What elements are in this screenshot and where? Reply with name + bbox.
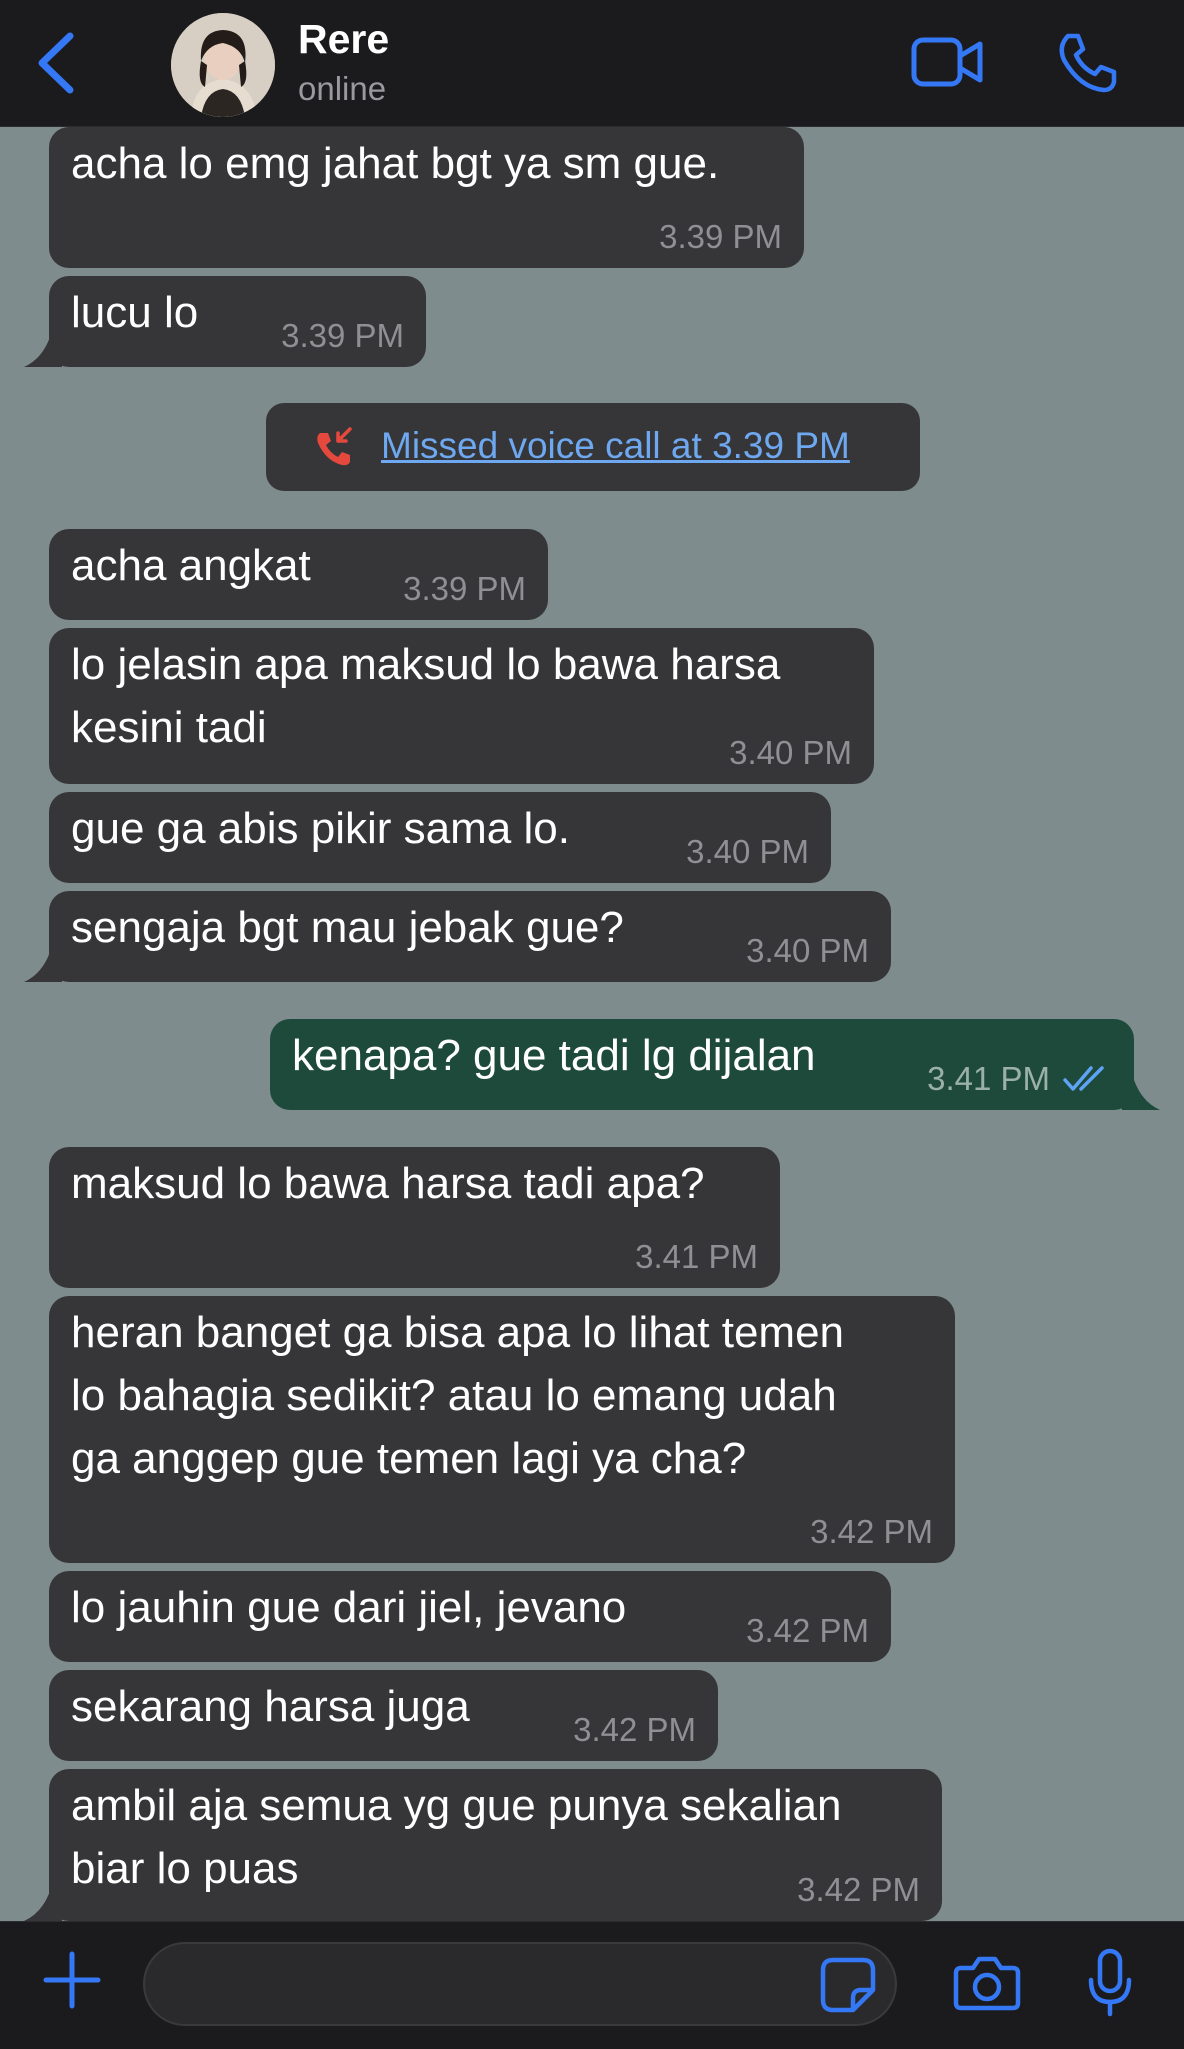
camera-icon [953, 1956, 1021, 2011]
message-list[interactable]: acha lo emg jahat bgt ya sm gue. 3.39 PM… [0, 127, 1184, 1921]
camera-button[interactable] [953, 1954, 1021, 2012]
phone-icon [1059, 33, 1117, 93]
message-text: sekarang harsa juga [71, 1682, 470, 1731]
message-time: 3.39 PM [281, 317, 404, 354]
bubble-tail [24, 337, 62, 367]
message-text: acha angkat [71, 541, 311, 590]
message-text: lo jauhin gue dari jiel, jevano [71, 1583, 627, 1632]
missed-call-notice[interactable]: Missed voice call at 3.39 PM [266, 403, 920, 491]
message-bubble-incoming[interactable]: sengaja bgt mau jebak gue? 3.40 PM [49, 891, 891, 982]
chat-header: Rere online [0, 0, 1184, 127]
message-bubble-incoming[interactable]: lo jauhin gue dari jiel, jevano 3.42 PM [49, 1571, 891, 1662]
message-time: 3.39 PM [403, 570, 526, 607]
message-bubble-incoming[interactable]: lo jelasin apa maksud lo bawa harsa kesi… [49, 628, 874, 784]
message-bubble-incoming[interactable]: heran banget ga bisa apa lo lihat temen … [49, 1296, 955, 1563]
missed-call-text[interactable]: Missed voice call at 3.39 PM [381, 423, 850, 469]
back-button[interactable] [30, 28, 86, 98]
composer-bar [0, 1921, 1184, 2049]
message-time: 3.40 PM [729, 734, 852, 771]
voice-call-button[interactable] [1054, 30, 1120, 96]
missed-call-icon [317, 427, 352, 466]
message-bubble-incoming[interactable]: acha lo emg jahat bgt ya sm gue. 3.39 PM [49, 127, 804, 268]
message-time: 3.39 PM [659, 218, 782, 255]
sticker-icon [820, 1957, 876, 2013]
message-bubble-incoming[interactable]: gue ga abis pikir sama lo. 3.40 PM [49, 792, 831, 883]
message-input[interactable] [143, 1942, 897, 2026]
voice-record-button[interactable] [1086, 1948, 1134, 2018]
message-text: lucu lo [71, 288, 199, 337]
bubble-tail [24, 952, 62, 982]
message-bubble-outgoing[interactable]: kenapa? gue tadi lg dijalan 3.41 PM [270, 1019, 1134, 1110]
message-time: 3.41 PM [635, 1238, 758, 1275]
message-bubble-incoming[interactable]: sekarang harsa juga 3.42 PM [49, 1670, 718, 1761]
message-time: 3.42 PM [797, 1871, 920, 1908]
message-text: lo jelasin apa maksud lo bawa harsa kesi… [71, 640, 781, 752]
message-text: heran banget ga bisa apa lo lihat temen … [71, 1308, 845, 1483]
message-time: 3.40 PM [686, 833, 809, 870]
contact-name[interactable]: Rere [298, 16, 389, 63]
message-text: acha lo emg jahat bgt ya sm gue. [71, 139, 720, 188]
bubble-tail [24, 1891, 62, 1921]
microphone-icon [1088, 1948, 1132, 2017]
video-camera-icon [911, 37, 983, 87]
message-time: 3.42 PM [746, 1612, 869, 1649]
message-time: 3.42 PM [810, 1513, 933, 1550]
plus-icon [43, 1951, 101, 2009]
message-bubble-incoming[interactable]: ambil aja semua yg gue punya sekalian bi… [49, 1769, 942, 1921]
message-text: kenapa? gue tadi lg dijalan [292, 1031, 816, 1080]
bubble-tail [1122, 1080, 1160, 1110]
contact-avatar[interactable] [171, 13, 275, 117]
attach-button[interactable] [40, 1948, 104, 2012]
avatar-image [171, 13, 275, 117]
read-receipt-icon [1063, 1066, 1104, 1091]
message-text: sengaja bgt mau jebak gue? [71, 903, 624, 952]
message-time: 3.41 PM [927, 1060, 1050, 1097]
message-text: maksud lo bawa harsa tadi apa? [71, 1159, 705, 1208]
video-call-button[interactable] [910, 34, 986, 90]
message-text: gue ga abis pikir sama lo. [71, 804, 570, 853]
message-time: 3.42 PM [573, 1711, 696, 1748]
contact-status: online [298, 70, 387, 107]
chevron-left-icon [38, 32, 74, 94]
message-bubble-incoming[interactable]: maksud lo bawa harsa tadi apa? 3.41 PM [49, 1147, 780, 1288]
sticker-button[interactable] [819, 1956, 877, 2014]
message-text: ambil aja semua yg gue punya sekalian bi… [71, 1781, 842, 1893]
message-bubble-incoming[interactable]: acha angkat 3.39 PM [49, 529, 548, 620]
message-bubble-incoming[interactable]: lucu lo 3.39 PM [49, 276, 426, 367]
message-time: 3.40 PM [746, 932, 869, 969]
